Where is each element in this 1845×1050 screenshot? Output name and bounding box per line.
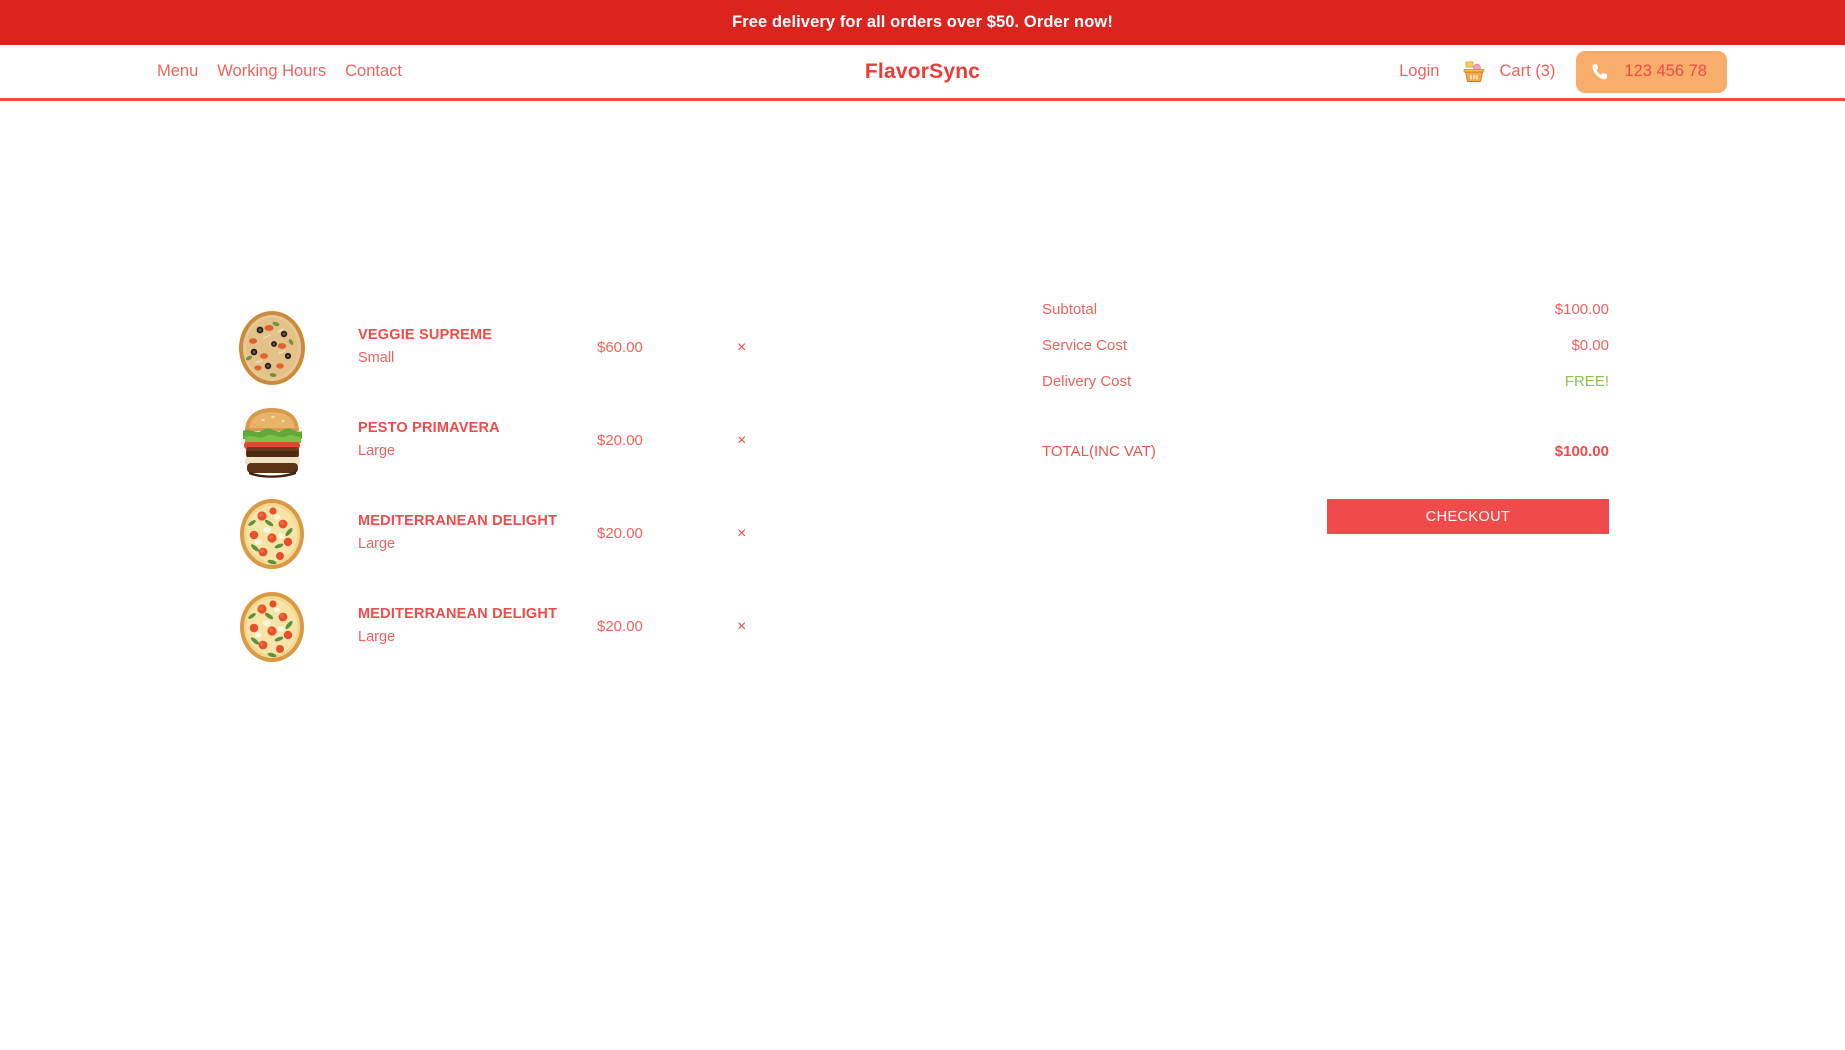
cart-page-body: VEGGIE SUPREME Small $60.00 × PESTO PRIM…: [0, 101, 1845, 1047]
summary-row-total: TOTAL(INC VAT) $100.00: [1042, 443, 1609, 477]
cart-item-name: PESTO PRIMAVERA: [358, 420, 500, 437]
phone-number-label: 123 456 78: [1624, 62, 1707, 80]
total-value: $100.00: [1554, 443, 1609, 460]
cart-item-list: VEGGIE SUPREME Small $60.00 × PESTO PRIM…: [236, 301, 866, 673]
remove-item-button[interactable]: ×: [737, 618, 746, 635]
promo-banner: Free delivery for all orders over $50. O…: [0, 0, 1845, 45]
order-summary-panel: Subtotal $100.00 Service Cost $0.00 Deli…: [1042, 301, 1609, 534]
cart-item-row: PESTO PRIMAVERA Large $20.00 ×: [236, 394, 866, 487]
pesto-primavera-burger-image: [236, 401, 308, 481]
cart-item-info: PESTO PRIMAVERA Large: [358, 418, 578, 463]
header-actions: Login Cart (3) 123 456 78: [1399, 50, 1845, 93]
remove-item-button[interactable]: ×: [737, 339, 746, 356]
primary-navigation: Menu Working Hours Contact: [0, 62, 402, 81]
brand-logo[interactable]: FlavorSync: [793, 60, 1053, 84]
phone-icon: [1590, 62, 1610, 82]
service-cost-value: $0.00: [1571, 337, 1609, 354]
delivery-cost-label: Delivery Cost: [1042, 373, 1132, 390]
checkout-button[interactable]: CHECKOUT: [1327, 499, 1609, 534]
summary-row-subtotal: Subtotal $100.00: [1042, 301, 1609, 337]
cart-item-price: $60.00: [597, 339, 643, 356]
subtotal-value: $100.00: [1554, 301, 1609, 318]
promo-banner-text: Free delivery for all orders over $50. O…: [732, 13, 1113, 31]
cart-item-name: MEDITERRANEAN DELIGHT: [358, 513, 558, 530]
cart-item-size: Large: [358, 535, 396, 552]
cart-item-price: $20.00: [597, 618, 643, 635]
cart-link[interactable]: Cart (3): [1499, 62, 1555, 81]
cart-item-row: VEGGIE SUPREME Small $60.00 ×: [236, 301, 866, 394]
cart-item-size: Large: [358, 442, 396, 459]
summary-row-delivery-cost: Delivery Cost FREE!: [1042, 373, 1609, 409]
nav-link-menu[interactable]: Menu: [157, 62, 198, 81]
nav-link-working-hours[interactable]: Working Hours: [217, 62, 326, 81]
remove-item-button[interactable]: ×: [737, 432, 746, 449]
cart-item-price: $20.00: [597, 525, 643, 542]
delivery-cost-value: FREE!: [1564, 373, 1609, 390]
phone-call-button[interactable]: 123 456 78: [1576, 50, 1727, 93]
subtotal-label: Subtotal: [1042, 301, 1098, 318]
cart-item-price: $20.00: [597, 432, 643, 449]
cart-item-row: MEDITERRANEAN DELIGHT Large $20.00 ×: [236, 487, 866, 580]
cart-item-name: MEDITERRANEAN DELIGHT: [358, 606, 558, 623]
shopping-basket-icon[interactable]: [1461, 59, 1487, 85]
cart-item-info: MEDITERRANEAN DELIGHT Large: [358, 511, 578, 556]
total-label: TOTAL(INC VAT): [1042, 443, 1156, 460]
site-header: Menu Working Hours Contact FlavorSync Lo…: [0, 45, 1845, 101]
service-cost-label: Service Cost: [1042, 337, 1128, 354]
cart-item-size: Small: [358, 349, 395, 366]
veggie-supreme-pizza-image: [236, 308, 308, 388]
nav-link-contact[interactable]: Contact: [345, 62, 402, 81]
remove-item-button[interactable]: ×: [737, 525, 746, 542]
cart-item-size: Large: [358, 628, 396, 645]
cart-item-info: MEDITERRANEAN DELIGHT Large: [358, 604, 578, 649]
summary-row-service-cost: Service Cost $0.00: [1042, 337, 1609, 373]
cart-item-info: VEGGIE SUPREME Small: [358, 325, 578, 370]
mediterranean-delight-pizza-image: [236, 494, 308, 574]
login-link[interactable]: Login: [1399, 62, 1439, 81]
cart-item-name: VEGGIE SUPREME: [358, 327, 493, 344]
mediterranean-delight-pizza-image: [236, 587, 308, 667]
cart-item-row: MEDITERRANEAN DELIGHT Large $20.00 ×: [236, 580, 866, 673]
